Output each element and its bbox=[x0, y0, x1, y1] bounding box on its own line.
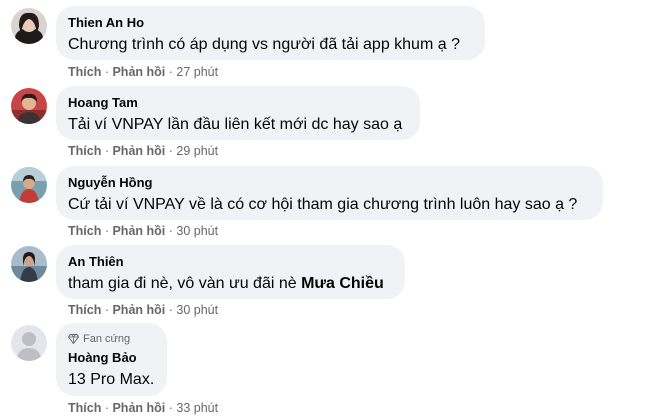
mention-link[interactable]: Mưa Chiều bbox=[301, 275, 384, 292]
comment-text-body: tham gia đi nè, vô vàn ưu đãi nè bbox=[68, 275, 302, 292]
reply-button[interactable]: Phản hồi bbox=[112, 303, 165, 317]
comment-bubble: Fan cứng Hoàng Bảo 13 Pro Max. bbox=[56, 323, 167, 396]
commenter-name[interactable]: Nguyễn Hồng bbox=[68, 174, 591, 191]
comment-timestamp[interactable]: 27 phút bbox=[176, 65, 218, 79]
commenter-name[interactable]: An Thiên bbox=[68, 253, 393, 270]
comment-timestamp[interactable]: 33 phút bbox=[176, 401, 218, 415]
comment-bubble: Hoang Tam Tải ví VNPAY lần đầu liên kết … bbox=[56, 86, 420, 140]
comment-text: tham gia đi nè, vô vàn ưu đãi nè Mưa Chi… bbox=[68, 273, 393, 294]
comment-text: Chương trình có áp dụng vs người đã tải … bbox=[68, 36, 460, 53]
avatar[interactable] bbox=[11, 325, 47, 361]
comment-text: 13 Pro Max. bbox=[68, 371, 155, 388]
comment-actions: Thích · Phản hồi · 29 phút bbox=[68, 143, 218, 159]
comment-actions: Thích · Phản hồi · 30 phút bbox=[68, 302, 218, 318]
comment-text: Cứ tải ví VNPAY về là có cơ hội tham gia… bbox=[68, 196, 578, 213]
comment-actions: Thích · Phản hồi · 33 phút bbox=[68, 400, 218, 416]
comment-bubble: Nguyễn Hồng Cứ tải ví VNPAY về là có cơ … bbox=[56, 166, 603, 220]
comment-actions: Thích · Phản hồi · 30 phút bbox=[68, 223, 218, 239]
commenter-name[interactable]: Hoàng Bảo bbox=[68, 349, 155, 366]
avatar[interactable] bbox=[11, 167, 47, 203]
like-button[interactable]: Thích bbox=[68, 401, 101, 415]
reply-button[interactable]: Phản hồi bbox=[112, 401, 165, 415]
like-button[interactable]: Thích bbox=[68, 65, 101, 79]
fan-badge-label: Fan cứng bbox=[83, 333, 131, 345]
like-button[interactable]: Thích bbox=[68, 144, 101, 158]
comment-actions: Thích · Phản hồi · 27 phút bbox=[68, 64, 218, 80]
like-button[interactable]: Thích bbox=[68, 303, 101, 317]
commenter-name[interactable]: Hoang Tam bbox=[68, 94, 408, 111]
avatar[interactable] bbox=[11, 8, 47, 44]
comment-timestamp[interactable]: 30 phút bbox=[176, 303, 218, 317]
comment-text: Tải ví VNPAY lần đầu liên kết mới dc hay… bbox=[68, 116, 403, 133]
reply-button[interactable]: Phản hồi bbox=[112, 65, 165, 79]
diamond-icon bbox=[68, 334, 79, 344]
comment-timestamp[interactable]: 29 phút bbox=[176, 144, 218, 158]
fan-badge[interactable]: Fan cứng bbox=[68, 332, 155, 346]
commenter-name[interactable]: Thien An Ho bbox=[68, 14, 473, 31]
avatar[interactable] bbox=[11, 246, 47, 282]
avatar[interactable] bbox=[11, 88, 47, 124]
like-button[interactable]: Thích bbox=[68, 224, 101, 238]
comment-bubble: Thien An Ho Chương trình có áp dụng vs n… bbox=[56, 6, 485, 60]
reply-button[interactable]: Phản hồi bbox=[112, 224, 165, 238]
comment-timestamp[interactable]: 30 phút bbox=[176, 224, 218, 238]
reply-button[interactable]: Phản hồi bbox=[112, 144, 165, 158]
comment-bubble: An Thiên tham gia đi nè, vô vàn ưu đãi n… bbox=[56, 245, 405, 299]
